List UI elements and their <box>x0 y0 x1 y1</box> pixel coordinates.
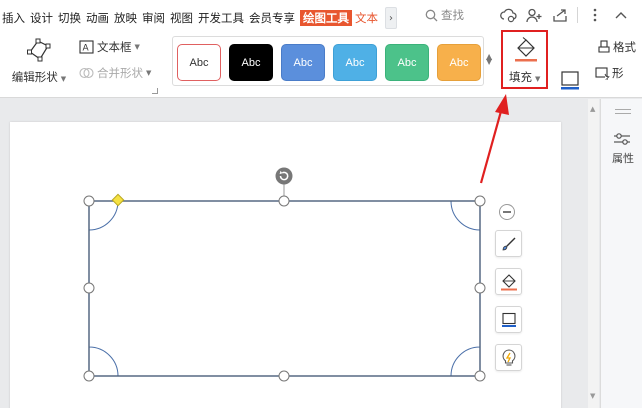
fill-bucket-icon <box>500 273 517 290</box>
shape-outline-tool[interactable] <box>495 306 522 333</box>
resize-handle-left[interactable] <box>83 282 95 294</box>
resize-handle-bottom-left[interactable] <box>83 370 95 382</box>
minus-icon <box>503 211 511 213</box>
shape-style-tool[interactable] <box>495 230 522 257</box>
resize-handles <box>83 195 486 382</box>
resize-handle-bottom[interactable] <box>278 370 290 382</box>
brush-icon <box>502 237 515 250</box>
collapse-toolbar-button[interactable] <box>499 204 515 220</box>
resize-handle-bottom-right[interactable] <box>474 370 486 382</box>
red-arrow-annotation <box>479 94 509 184</box>
adjust-handle[interactable] <box>111 193 125 207</box>
plaque-shape[interactable] <box>88 200 481 377</box>
outline-icon <box>501 312 516 327</box>
resize-handle-top-right[interactable] <box>474 195 486 207</box>
resize-handle-right[interactable] <box>474 282 486 294</box>
lightbulb-icon <box>502 348 515 366</box>
shape-fill-tool[interactable] <box>495 268 522 295</box>
selected-shape-overlay <box>83 94 509 382</box>
rotate-handle-icon[interactable] <box>275 167 293 185</box>
resize-handle-top-left[interactable] <box>83 195 95 207</box>
smart-suggest-tool[interactable] <box>495 344 522 371</box>
resize-handle-top[interactable] <box>278 195 290 207</box>
